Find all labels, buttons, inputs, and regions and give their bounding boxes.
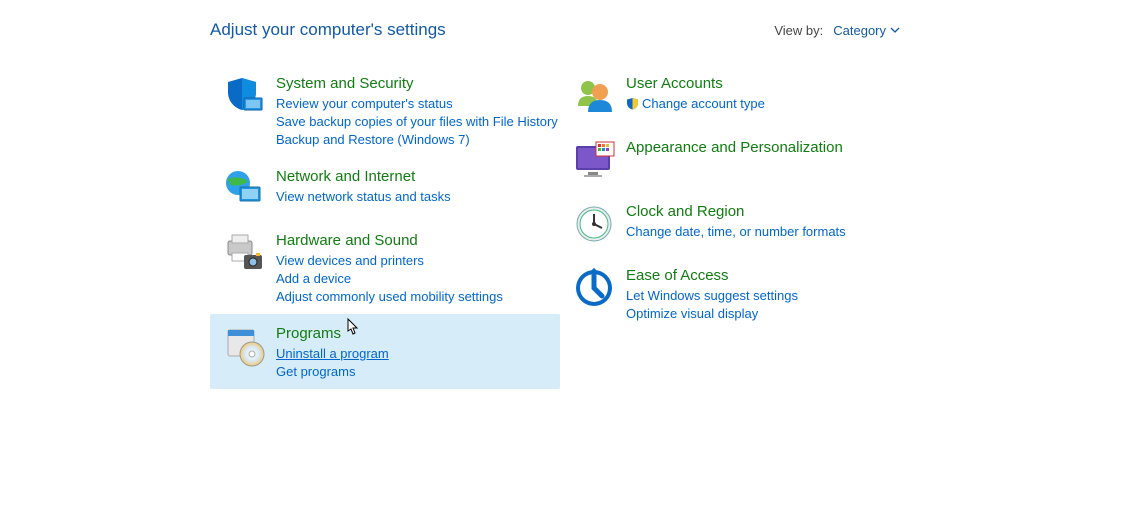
category-ease-of-access: Ease of Access Let Windows suggest settin…	[560, 256, 910, 331]
sublink-ease-of-access-1[interactable]: Optimize visual display	[626, 305, 798, 323]
sublink-text: Uninstall a program	[276, 346, 389, 361]
ease-access-icon[interactable]	[570, 264, 618, 312]
category-system-security: System and Security Review your computer'…	[210, 64, 560, 157]
sublink-text: Change account type	[642, 96, 765, 111]
sublink-text: Review your computer's status	[276, 96, 453, 111]
sublink-text: Adjust commonly used mobility settings	[276, 289, 503, 304]
view-by-dropdown[interactable]: Category	[833, 23, 900, 38]
category-user-accounts: User Accounts Change account type	[560, 64, 910, 128]
view-by-control: View by: Category	[774, 23, 900, 38]
sublink-user-accounts-0[interactable]: Change account type	[626, 95, 765, 115]
sublink-system-security-0[interactable]: Review your computer's status	[276, 95, 558, 113]
sublink-text: View network status and tasks	[276, 189, 451, 204]
category-title-network-internet[interactable]: Network and Internet	[276, 167, 451, 187]
printer-camera-icon[interactable]	[220, 229, 268, 277]
network-globe-icon[interactable]	[220, 165, 268, 213]
category-title-system-security[interactable]: System and Security	[276, 74, 558, 94]
sublink-hardware-sound-1[interactable]: Add a device	[276, 270, 503, 288]
sublink-text: Add a device	[276, 271, 351, 286]
category-hardware-sound: Hardware and Sound View devices and print…	[210, 221, 560, 314]
program-disc-icon[interactable]	[220, 322, 268, 370]
sublink-clock-region-0[interactable]: Change date, time, or number formats	[626, 223, 846, 241]
uac-shield-icon	[626, 97, 639, 115]
sublink-system-security-2[interactable]: Backup and Restore (Windows 7)	[276, 131, 558, 149]
sublink-text: Change date, time, or number formats	[626, 224, 846, 239]
shield-computer-icon[interactable]	[220, 72, 268, 120]
category-title-clock-region[interactable]: Clock and Region	[626, 202, 846, 222]
category-appearance-personalization: Appearance and Personalization	[560, 128, 910, 192]
page-title: Adjust your computer's settings	[210, 20, 446, 40]
monitor-apps-icon[interactable]	[570, 136, 618, 184]
sublink-hardware-sound-2[interactable]: Adjust commonly used mobility settings	[276, 288, 503, 306]
sublink-network-internet-0[interactable]: View network status and tasks	[276, 188, 451, 206]
category-programs: Programs Uninstall a program Get programs	[210, 314, 560, 389]
sublink-text: Backup and Restore (Windows 7)	[276, 132, 470, 147]
user-accounts-icon[interactable]	[570, 72, 618, 120]
view-by-label: View by:	[774, 23, 823, 38]
sublink-programs-1[interactable]: Get programs	[276, 363, 389, 381]
view-by-value-text: Category	[833, 23, 886, 38]
category-clock-region: Clock and Region Change date, time, or nu…	[560, 192, 910, 256]
category-title-programs[interactable]: Programs	[276, 324, 389, 344]
chevron-down-icon	[890, 23, 900, 38]
sublink-programs-0[interactable]: Uninstall a program	[276, 345, 389, 363]
category-title-user-accounts[interactable]: User Accounts	[626, 74, 765, 94]
sublink-text: Get programs	[276, 364, 355, 379]
sublink-text: Let Windows suggest settings	[626, 288, 798, 303]
category-title-hardware-sound[interactable]: Hardware and Sound	[276, 231, 503, 251]
sublink-text: Save backup copies of your files with Fi…	[276, 114, 558, 129]
clock-icon[interactable]	[570, 200, 618, 248]
sublink-ease-of-access-0[interactable]: Let Windows suggest settings	[626, 287, 798, 305]
category-title-appearance-personalization[interactable]: Appearance and Personalization	[626, 138, 843, 158]
sublink-system-security-1[interactable]: Save backup copies of your files with Fi…	[276, 113, 558, 131]
sublink-text: Optimize visual display	[626, 306, 758, 321]
sublink-hardware-sound-0[interactable]: View devices and printers	[276, 252, 503, 270]
category-network-internet: Network and Internet View network status …	[210, 157, 560, 221]
sublink-text: View devices and printers	[276, 253, 424, 268]
category-title-ease-of-access[interactable]: Ease of Access	[626, 266, 798, 286]
